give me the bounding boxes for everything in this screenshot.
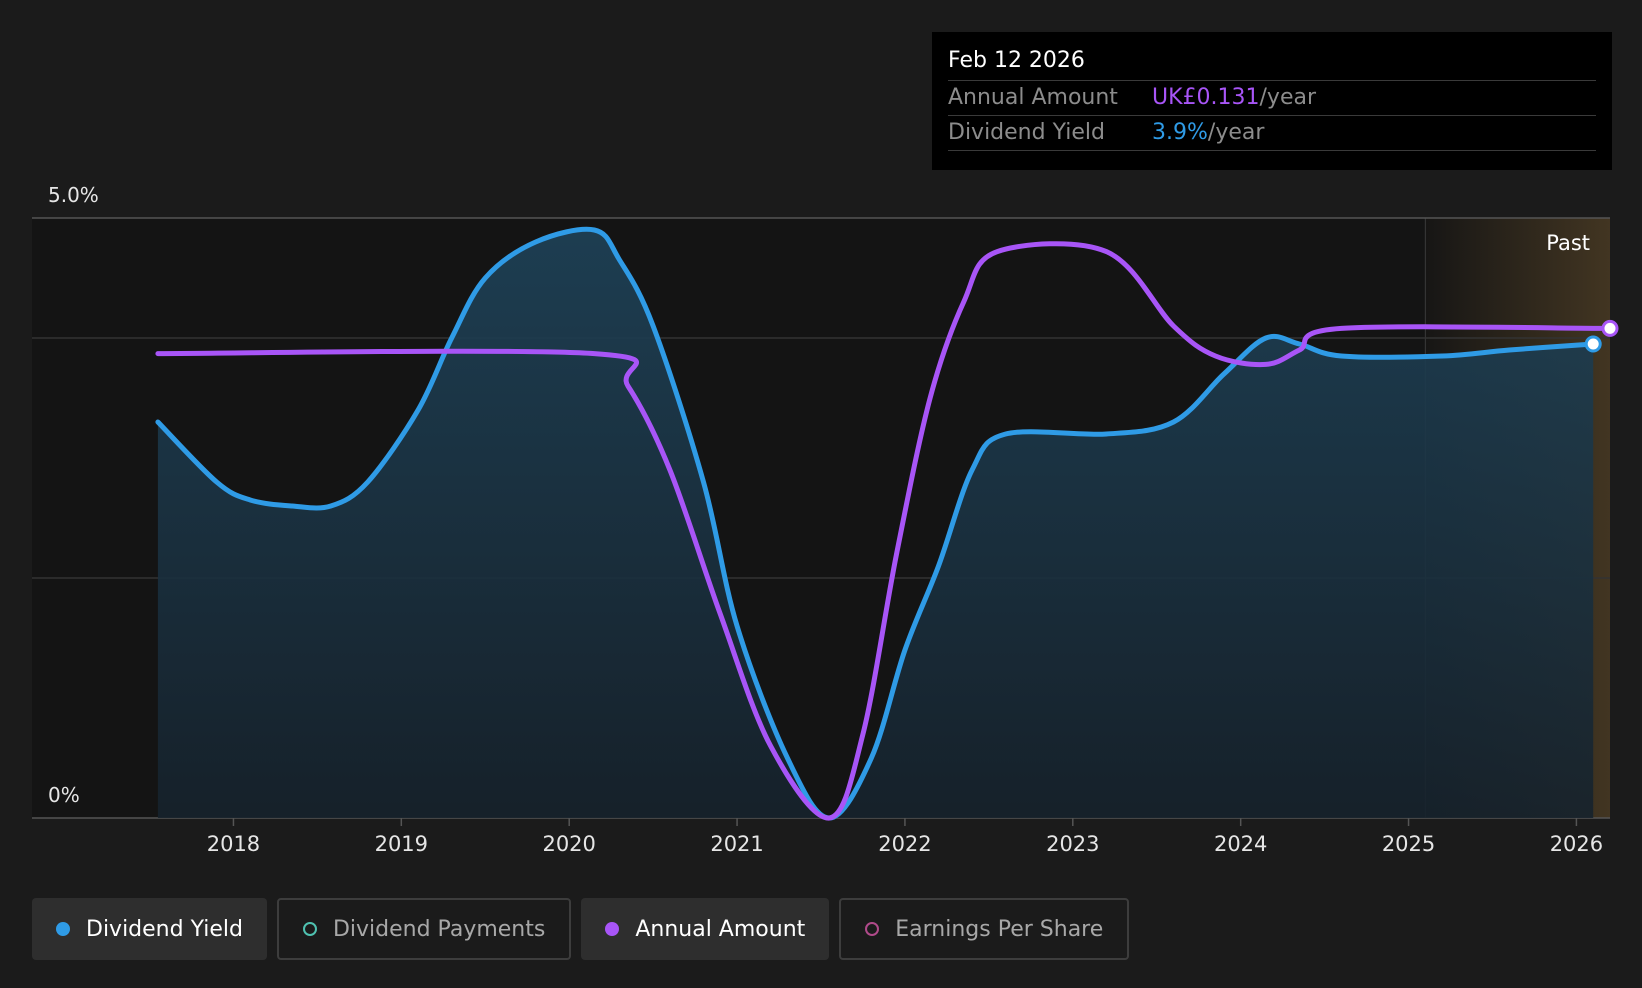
legend-earnings-per-share-label: Earnings Per Share [895,916,1104,942]
legend-dividend-yield-label: Dividend Yield [86,916,243,942]
tooltip: Feb 12 2026 Annual Amount UK£0.131 /year… [932,32,1612,170]
tooltip-annual-label: Annual Amount [948,85,1118,110]
tooltip-yield-value: 3.9% [1152,120,1208,145]
x-tick-label: 2025 [1382,832,1435,856]
legend-dividend-payments-label: Dividend Payments [332,916,546,942]
x-tick-label: 2026 [1550,832,1603,856]
legend-dividend-yield[interactable]: Dividend Yield [32,898,267,960]
x-tick-label: 2018 [207,832,260,856]
blue-dot-icon [56,922,70,936]
tooltip-yield-label: Dividend Yield [948,120,1105,145]
x-axis-ticks: 2018 2019 2020 2021 2022 2023 2024 2025 2026 [207,818,1603,856]
y-label-bottom: 0% [48,783,80,807]
tooltip-yield-unit: /year [1207,120,1265,145]
x-tick-label: 2024 [1214,832,1267,856]
x-tick-label: 2021 [710,832,763,856]
past-label: Past [1546,231,1590,255]
legend-earnings-per-share[interactable]: Earnings Per Share [839,898,1130,960]
legend-dividend-payments[interactable]: Dividend Payments [276,898,572,960]
tooltip-date: Feb 12 2026 [948,46,1596,81]
magenta-hollow-dot-icon [865,922,880,936]
x-tick-label: 2019 [375,832,428,856]
x-tick-label: 2022 [878,832,931,856]
annual-amount-end-marker [1601,319,1619,337]
purple-dot-icon [605,922,620,936]
tooltip-annual-value: UK£0.131 [1152,85,1260,110]
legend-annual-amount[interactable]: Annual Amount [581,898,830,960]
tooltip-annual-row: Annual Amount UK£0.131 /year [948,81,1596,116]
legend: Dividend Yield Dividend Payments Annual … [32,898,1130,960]
tooltip-yield-row: Dividend Yield 3.9% /year [948,116,1596,151]
tooltip-annual-unit: /year [1259,85,1317,110]
x-tick-label: 2023 [1046,832,1099,856]
legend-annual-amount-label: Annual Amount [635,916,806,942]
y-label-top: 5.0% [48,183,99,207]
x-tick-label: 2020 [542,832,595,856]
dividend-yield-end-marker [1584,335,1602,353]
teal-hollow-dot-icon [302,922,317,936]
